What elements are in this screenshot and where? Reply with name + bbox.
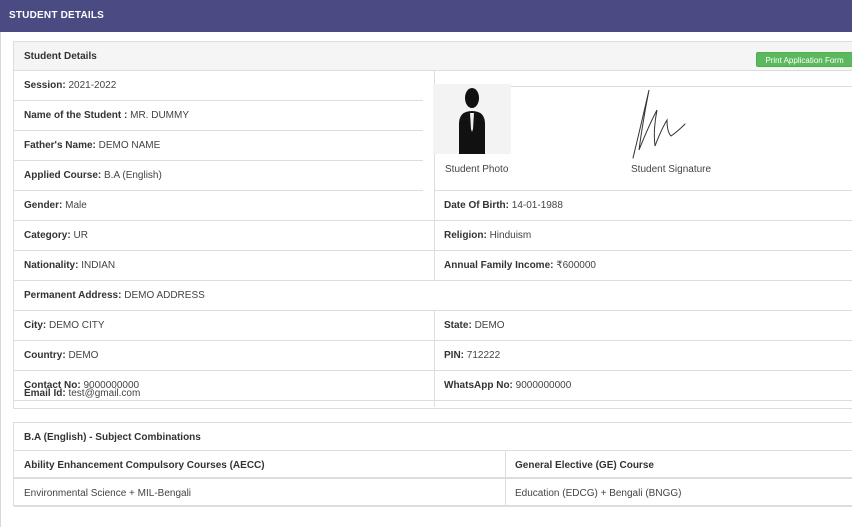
student-name-row: Name of the Student : MR. DUMMY: [14, 101, 423, 131]
gender-row: Gender: Male: [14, 191, 434, 221]
student-photo: [433, 84, 511, 154]
print-application-button[interactable]: Print Application Form: [756, 52, 852, 67]
religion-row: Religion: Hinduism: [434, 221, 852, 251]
aecc-value: Environmental Science + MIL-Bengali: [24, 488, 192, 499]
panel-title: STUDENT DETAILS: [9, 10, 105, 21]
ge-header: General Elective (GE) Course: [515, 460, 654, 471]
subject-combinations-box: B.A (English) - Subject Combinations Abi…: [13, 422, 852, 507]
student-details-title: Student Details: [14, 42, 852, 71]
whatsapp-row: WhatsApp No: 9000000000: [434, 371, 852, 401]
subjects-divider: [505, 451, 506, 507]
country-row: Country: DEMO: [14, 341, 434, 371]
city-row: City: DEMO CITY: [14, 311, 434, 341]
subjects-value-row: Environmental Science + MIL-Bengali Educ…: [14, 479, 852, 507]
student-signature-caption: Student Signature: [631, 164, 712, 175]
panel-body: Student Details Print Application Form S…: [0, 32, 852, 527]
dob-row: Date Of Birth: 14-01-1988: [434, 191, 852, 221]
aecc-header: Ability Enhancement Compulsory Courses (…: [24, 460, 265, 471]
subjects-title: B.A (English) - Subject Combinations: [14, 423, 852, 451]
student-signature: [601, 80, 711, 163]
category-row: Category: UR: [14, 221, 434, 251]
signature-image: [632, 89, 686, 159]
address-row: Permanent Address: DEMO ADDRESS: [14, 281, 852, 311]
panel-header: STUDENT DETAILS: [0, 0, 852, 32]
person-silhouette-icon: [459, 88, 485, 154]
father-name-row: Father's Name: DEMO NAME: [14, 131, 423, 161]
income-row: Annual Family Income: ₹600000: [434, 251, 852, 281]
pin-row: PIN: 712222: [434, 341, 852, 371]
state-row: State: DEMO: [434, 311, 852, 341]
student-photo-caption: Student Photo: [445, 164, 509, 175]
subjects-header-row: Ability Enhancement Compulsory Courses (…: [14, 451, 852, 479]
ge-value: Education (EDCG) + Bengali (BNGG): [515, 488, 682, 499]
applied-course-row: Applied Course: B.A (English): [14, 161, 423, 191]
email-row: Email Id: test@gmail.com: [24, 388, 141, 399]
nationality-row: Nationality: INDIAN: [14, 251, 434, 281]
session-row: Session: 2021-2022: [14, 71, 423, 101]
